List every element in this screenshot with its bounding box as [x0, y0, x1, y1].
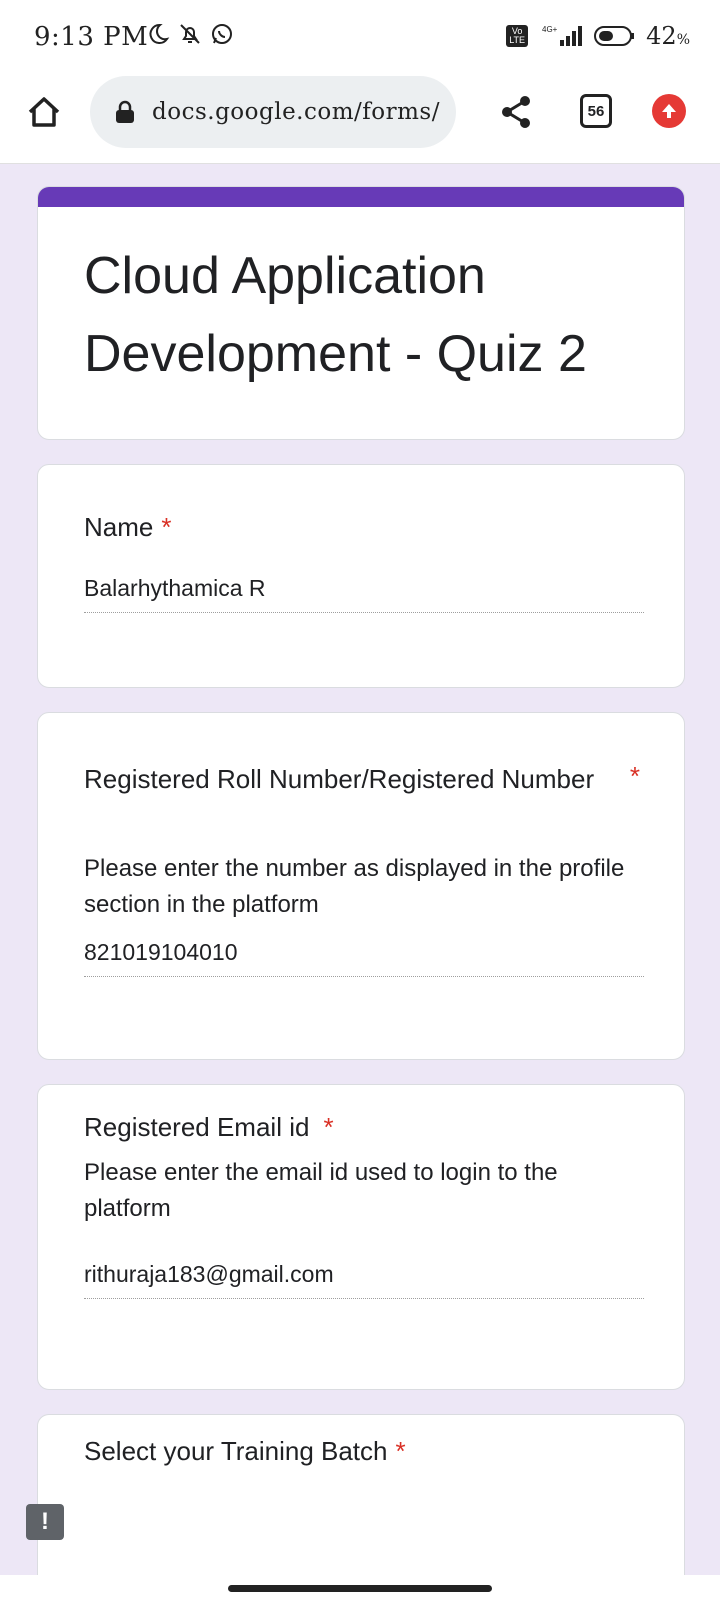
question-title: Registered Email id * — [84, 1112, 334, 1142]
question-card-training-batch: Select your Training Batch * — [37, 1414, 685, 1600]
required-asterisk: * — [161, 512, 172, 542]
question-card-email: Registered Email id * Please enter the em… — [37, 1084, 685, 1390]
required-asterisk: * — [629, 761, 640, 791]
moon-icon — [149, 23, 170, 44]
battery-icon — [594, 26, 635, 46]
lock-icon — [116, 100, 134, 123]
browser-toolbar: docs.google.com/forms/ 56 — [0, 72, 720, 164]
status-system-icons: Vo LTE 4G+ 42% — [506, 22, 690, 50]
form-title: Cloud Application Development - Quiz 2 — [84, 247, 587, 383]
form-accent-bar — [38, 187, 684, 207]
email-input[interactable]: rithuraja183@gmail.com — [84, 1261, 644, 1299]
bell-off-icon — [180, 24, 200, 44]
gesture-handle[interactable] — [228, 1585, 492, 1592]
question-description: Please enter the number as displayed in … — [84, 855, 625, 918]
address-bar[interactable]: docs.google.com/forms/ — [90, 76, 456, 148]
required-asterisk: * — [323, 1112, 334, 1142]
question-title: Select your Training Batch * — [84, 1436, 406, 1466]
arrow-up-icon — [662, 104, 676, 118]
question-card-name: Name * Balarhythamica R — [37, 464, 685, 688]
volte-badge: Vo LTE — [506, 25, 529, 47]
report-abuse-button[interactable]: ! — [26, 1504, 64, 1540]
required-asterisk: * — [395, 1436, 406, 1466]
upload-arrow-icon[interactable] — [652, 94, 686, 128]
battery-level: 42% — [646, 22, 690, 50]
form-header-card: Cloud Application Development - Quiz 2 — [37, 186, 685, 440]
network-type: 4G+ — [542, 25, 558, 34]
whatsapp-icon — [212, 24, 232, 44]
home-icon[interactable] — [24, 92, 64, 132]
share-icon[interactable] — [498, 94, 534, 130]
status-time: 9:13 PM — [34, 22, 149, 52]
status-bar: 9:13 PM Vo LTE 4G+ 42% — [0, 0, 720, 72]
question-title: Registered Roll Number/Registered Number — [84, 764, 595, 794]
status-notification-icons — [146, 22, 234, 46]
url-text: docs.google.com/forms/ — [152, 99, 440, 125]
question-title: Name * — [84, 512, 172, 542]
navigation-bar — [0, 1575, 720, 1600]
question-card-roll-number: Registered Roll Number/Registered Number… — [37, 712, 685, 1060]
question-description: Please enter the email id used to login … — [84, 1159, 558, 1222]
roll-number-input[interactable]: 821019104010 — [84, 939, 644, 977]
tab-switcher-button[interactable]: 56 — [580, 94, 612, 128]
name-input[interactable]: Balarhythamica R — [84, 575, 644, 613]
signal-icon: 4G+ — [542, 25, 583, 46]
